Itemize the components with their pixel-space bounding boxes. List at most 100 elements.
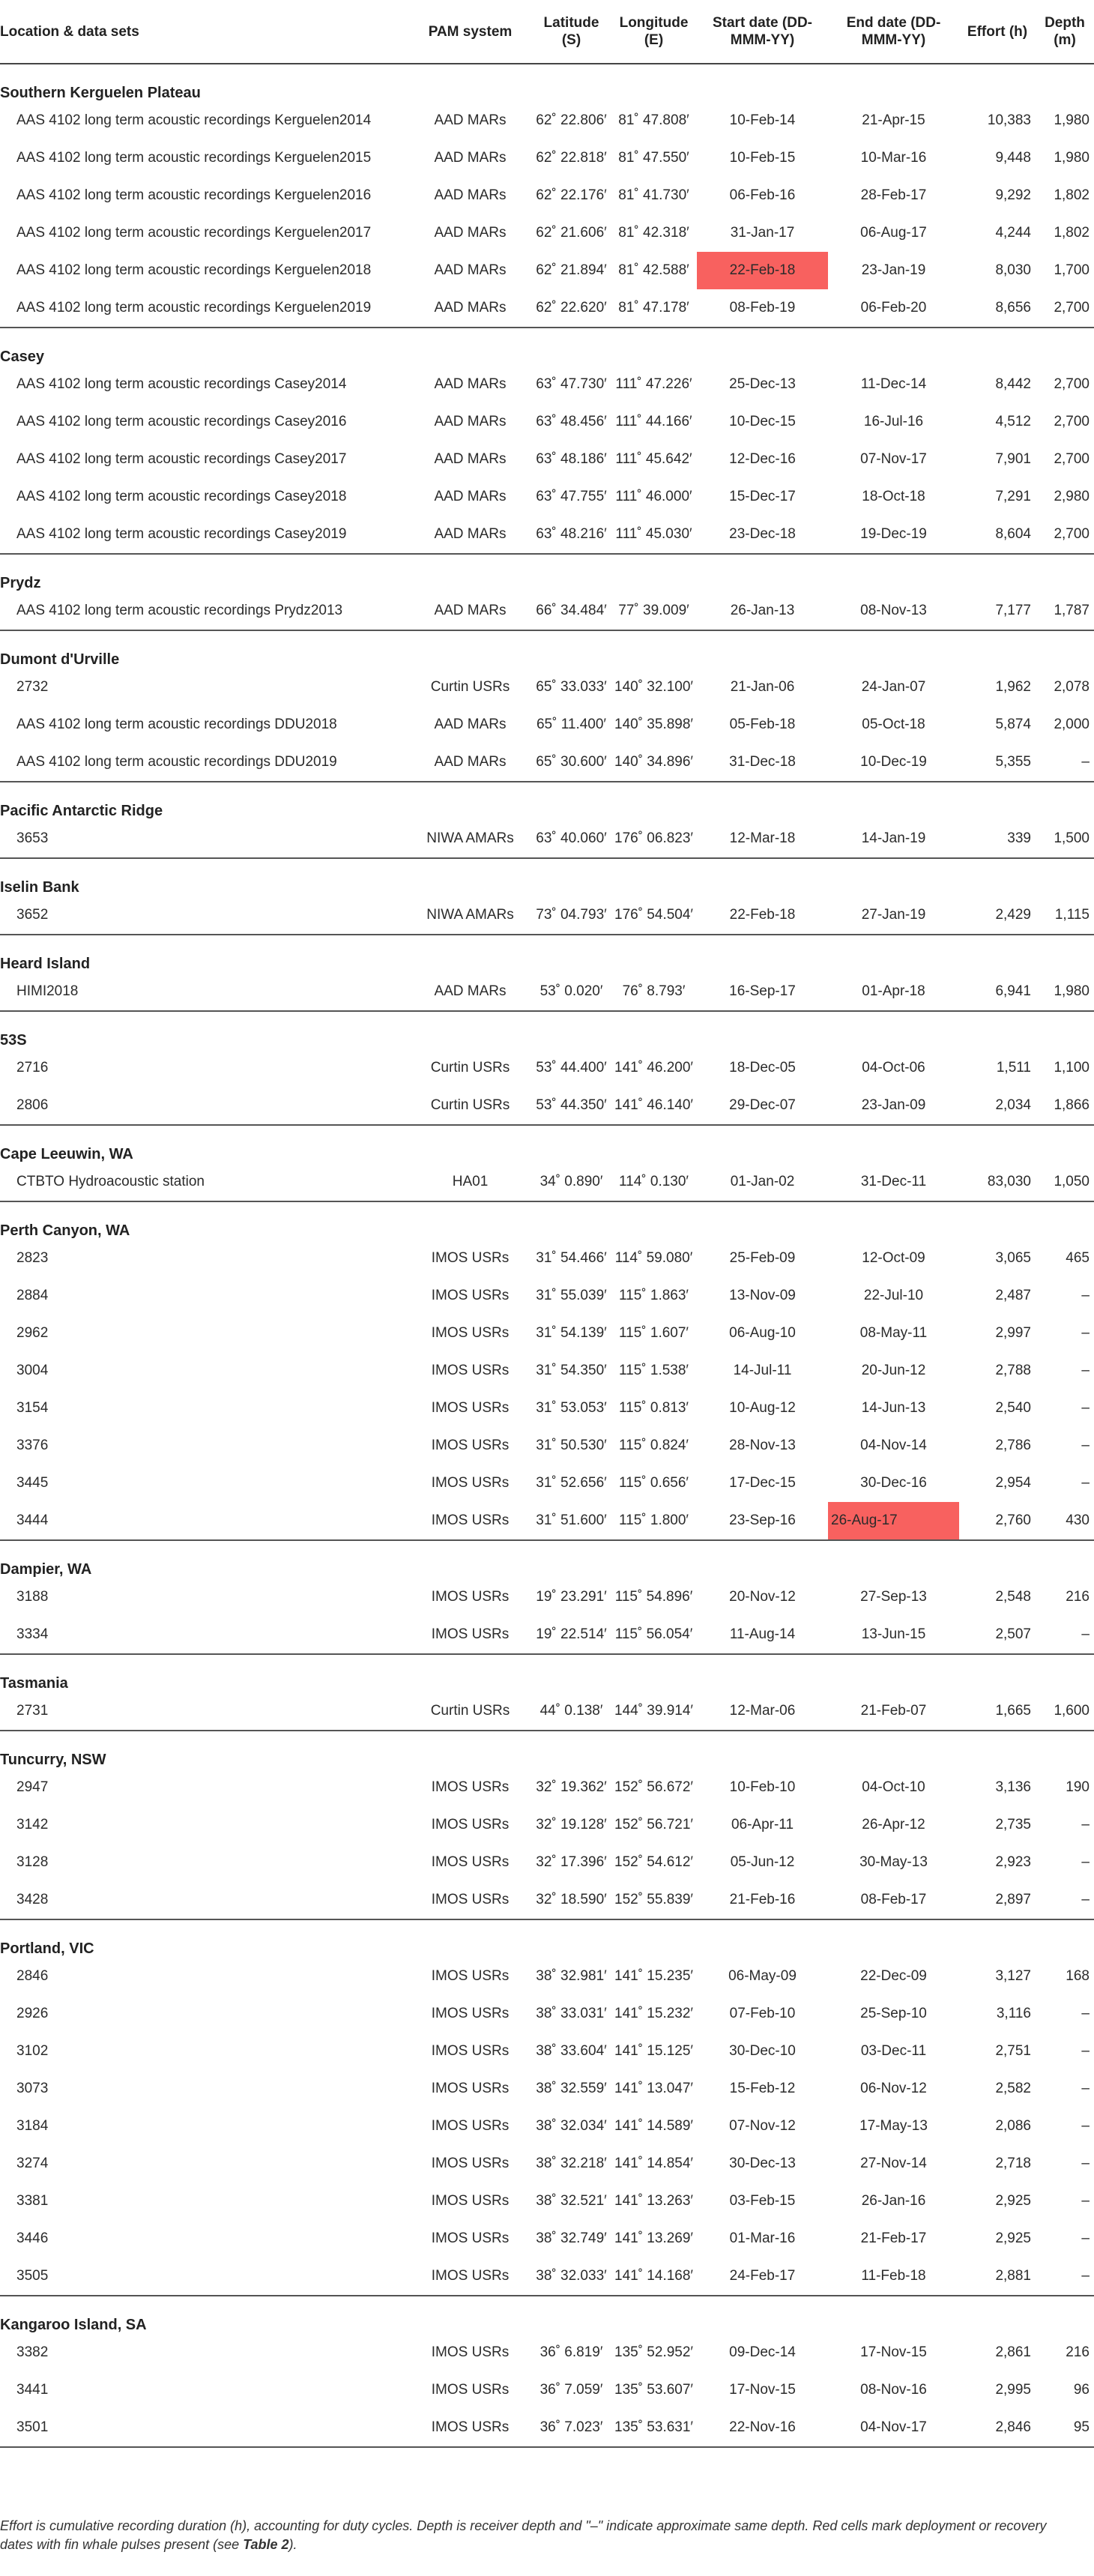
depth-cell: 216 [1066,1589,1090,1605]
pam-system-cell: AAD MARs [434,187,507,203]
end-date-cell: 26-Apr-12 [862,1817,925,1833]
latitude-cell: 65˚ 30.600′ [536,754,607,770]
longitude-cell: 140˚ 34.896′ [614,754,693,770]
effort-cell: 2,923 [995,1854,1031,1870]
start-date-cell: 01-Jan-02 [730,1174,795,1189]
latitude-cell: 36˚ 7.059′ [540,2382,603,2398]
latitude-cell: 63˚ 48.456′ [536,414,607,429]
depth-cell: 1,802 [1054,187,1090,203]
start-date-cell: 29-Dec-07 [729,1097,796,1113]
pam-system-cell: IMOS USRs [431,2344,510,2360]
end-date-cell: 27-Sep-13 [860,1589,927,1605]
depth-cell: 2,700 [1054,451,1090,467]
header-start-date: Start date (DD-MMM-YY) [697,0,828,64]
section-title: Iselin Bank [0,879,79,896]
start-date-cell: 18-Dec-05 [729,1060,796,1076]
depth-cell: 2,000 [1054,717,1090,732]
latitude-cell: 62˚ 22.806′ [536,112,607,128]
pam-system-cell: AAD MARs [434,112,507,128]
location-cell: 3653 [16,830,49,846]
pam-system-cell: Curtin USRs [430,679,510,695]
table-row: 2716 Curtin USRs 53˚ 44.400′ 141˚ 46.200′ 18… [0,1049,1094,1087]
depth-cell: 2,700 [1054,300,1090,316]
section-title: Casey [0,349,44,365]
location-cell: 2823 [16,1250,49,1266]
effort-cell: 3,136 [995,1779,1031,1795]
start-date-cell: 26-Jan-13 [730,603,795,618]
depth-cell: 2,700 [1054,526,1090,542]
location-cell: 3376 [16,1438,49,1453]
table-row: 3446 IMOS USRs 38˚ 32.749′ 141˚ 13.269′ 01-M… [0,2220,1094,2257]
start-date-cell: 30-Dec-10 [729,2043,796,2059]
location-cell: AAS 4102 long term acoustic recordings C… [16,489,347,504]
end-date-cell: 31-Dec-11 [860,1174,927,1189]
longitude-cell: 76˚ 8.793′ [622,983,686,999]
depth-cell: 1,980 [1054,150,1090,166]
depth-cell: 430 [1066,1512,1090,1528]
longitude-cell: 81˚ 47.550′ [618,150,689,166]
start-date-cell: 10-Feb-10 [729,1779,796,1795]
longitude-cell: 115˚ 0.813′ [618,1400,689,1416]
depth-cell: – [1081,1854,1090,1870]
table-row: 3381 IMOS USRs 38˚ 32.521′ 141˚ 13.263′ 03-F… [0,2183,1094,2220]
location-cell: AAS 4102 long term acoustic recordings D… [16,754,337,770]
depth-cell: 2,700 [1054,414,1090,429]
pam-system-cell: IMOS USRs [431,1475,510,1491]
table-row: AAS 4102 long term acoustic recordings C… [0,403,1094,441]
section-title: Prydz [0,575,41,591]
latitude-cell: 63˚ 48.186′ [536,451,607,467]
location-cell: AAS 4102 long term acoustic recordings K… [16,262,372,278]
latitude-cell: 31˚ 54.466′ [536,1250,607,1266]
end-date-cell: 10-Dec-19 [860,754,927,770]
longitude-cell: 111˚ 46.000′ [615,489,692,504]
section-group: Pacific Antarctic Ridge 3653 NIWA AMARs 63˚… [0,782,1094,858]
longitude-cell: 81˚ 42.318′ [618,225,689,241]
depth-cell: 190 [1066,1779,1090,1795]
location-cell: AAS 4102 long term acoustic recordings C… [16,526,347,542]
longitude-cell: 81˚ 47.808′ [618,112,689,128]
latitude-cell: 38˚ 32.521′ [536,2193,607,2209]
location-cell: 2732 [16,679,49,695]
section-header-row: Prydz [0,554,1094,592]
pam-system-cell: IMOS USRs [431,1400,510,1416]
latitude-cell: 32˚ 19.128′ [536,1817,607,1833]
latitude-cell: 62˚ 22.620′ [536,300,607,316]
depth-cell: 1,802 [1054,225,1090,241]
end-date-cell: 06-Aug-17 [860,225,927,241]
start-date-cell: 10-Aug-12 [729,1400,796,1416]
longitude-cell: 77˚ 39.009′ [618,603,689,618]
end-date-cell: 27-Jan-19 [861,907,926,923]
effort-cell: 2,925 [995,2193,1031,2209]
start-date-cell: 22-Feb-18 [729,907,796,923]
location-cell: 3505 [16,2268,49,2284]
end-date-cell: 26-Jan-16 [861,2193,926,2209]
end-date-cell: 13-Jun-15 [861,1626,926,1642]
table-row: AAS 4102 long term acoustic recordings C… [0,366,1094,403]
effort-cell: 2,429 [995,907,1031,923]
table-footnote: Effort is cumulative recording duration … [0,2517,1079,2554]
pam-system-cell: NIWA AMARs [426,830,514,846]
page: Location & data sets PAM system Latitude… [0,0,1094,2576]
longitude-cell: 141˚ 15.125′ [614,2043,693,2059]
location-cell: AAS 4102 long term acoustic recordings C… [16,414,347,429]
longitude-cell: 114˚ 0.130′ [618,1174,689,1189]
start-date-cell: 15-Feb-12 [729,2081,796,2096]
longitude-cell: 141˚ 13.047′ [614,2081,693,2096]
effort-cell: 2,034 [995,1097,1031,1113]
effort-cell: 7,177 [995,603,1031,618]
latitude-cell: 19˚ 22.514′ [536,1626,607,1642]
longitude-cell: 81˚ 47.178′ [618,300,689,316]
table-row: 3334 IMOS USRs 19˚ 22.514′ 115˚ 56.054′ 11-A… [0,1616,1094,1654]
pam-system-cell: IMOS USRs [431,2043,510,2059]
pam-system-cell: IMOS USRs [431,1854,510,1870]
table-row: AAS 4102 long term acoustic recordings D… [0,743,1094,782]
latitude-cell: 62˚ 21.606′ [536,225,607,241]
depth-cell: – [1081,1363,1090,1378]
table-row: 2947 IMOS USRs 32˚ 19.362′ 152˚ 56.672′ 10-F… [0,1769,1094,1806]
table-row: 3128 IMOS USRs 32˚ 17.396′ 152˚ 54.612′ 05-J… [0,1844,1094,1881]
table-row: 3188 IMOS USRs 19˚ 23.291′ 115˚ 54.896′ 20-N… [0,1578,1094,1616]
effort-cell: 2,954 [995,1475,1031,1491]
latitude-cell: 31˚ 55.039′ [536,1288,607,1303]
section-title: Perth Canyon, WA [0,1222,130,1239]
effort-cell: 2,582 [995,2081,1031,2096]
